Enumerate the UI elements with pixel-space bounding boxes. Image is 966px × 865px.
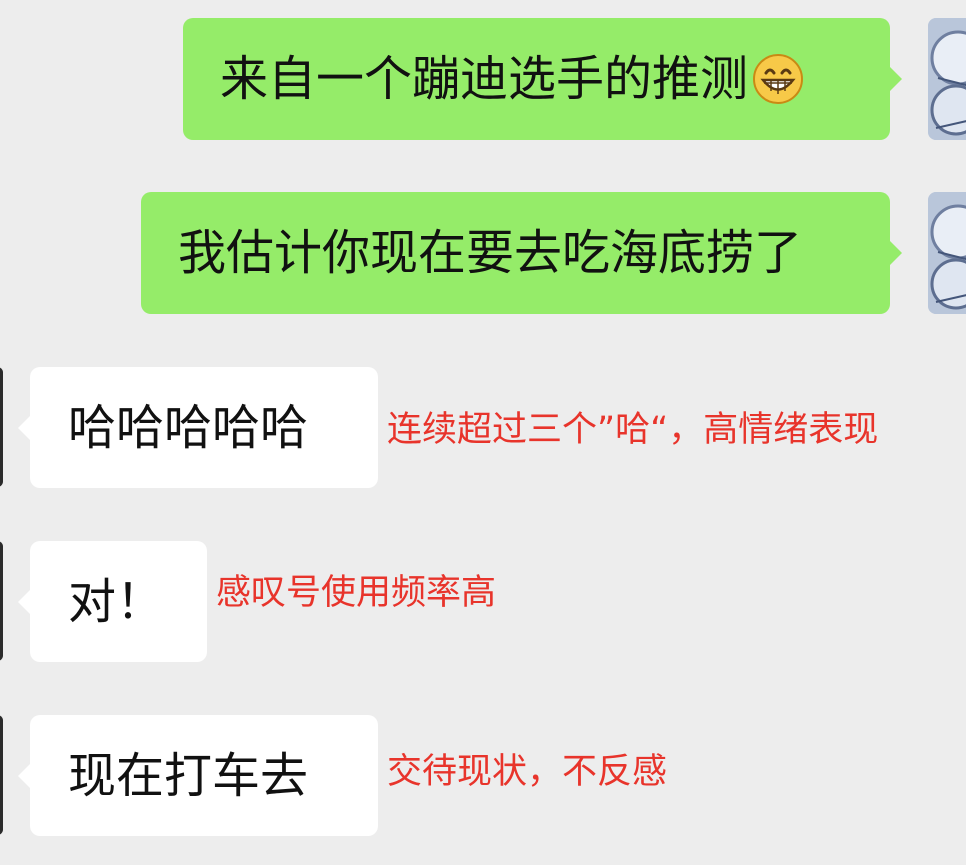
avatar-image xyxy=(928,18,966,140)
annotation-text: 感叹号使用频率高 xyxy=(216,573,497,613)
message-text: 对！ xyxy=(68,573,165,630)
message-text: 我估计你现在要去吃海底捞了 xyxy=(178,225,803,281)
bubble-tail xyxy=(889,66,902,92)
avatar[interactable] xyxy=(0,367,3,487)
bubble-tail xyxy=(18,762,31,789)
avatar[interactable] xyxy=(0,541,3,661)
message-bubble-received[interactable]: 对！ xyxy=(18,541,207,662)
message-bubble-received[interactable]: 现在打车去 xyxy=(18,715,378,836)
annotation-text: 连续超过三个”哈“，高情绪表现 xyxy=(387,410,879,450)
message-text: 现在打车去 xyxy=(68,747,309,804)
avatar[interactable] xyxy=(928,18,966,140)
message-text: 哈哈哈哈哈 xyxy=(68,399,309,456)
bubble-tail xyxy=(889,240,902,266)
grinning-face-emoji-icon xyxy=(753,54,804,104)
avatar-image xyxy=(928,192,966,314)
bubble-tail xyxy=(18,414,31,441)
avatar[interactable] xyxy=(928,192,966,314)
bubble-tail xyxy=(18,588,31,615)
message-text: 来自一个蹦迪选手的推测 xyxy=(220,51,749,107)
message-bubble-sent[interactable]: 来自一个蹦迪选手的推测 xyxy=(183,18,902,140)
message-bubble-received[interactable]: 哈哈哈哈哈 xyxy=(18,367,378,488)
message-bubble-sent[interactable]: 我估计你现在要去吃海底捞了 xyxy=(141,192,902,314)
avatar[interactable] xyxy=(0,715,3,835)
annotation-text: 交待现状，不反感 xyxy=(387,752,668,792)
